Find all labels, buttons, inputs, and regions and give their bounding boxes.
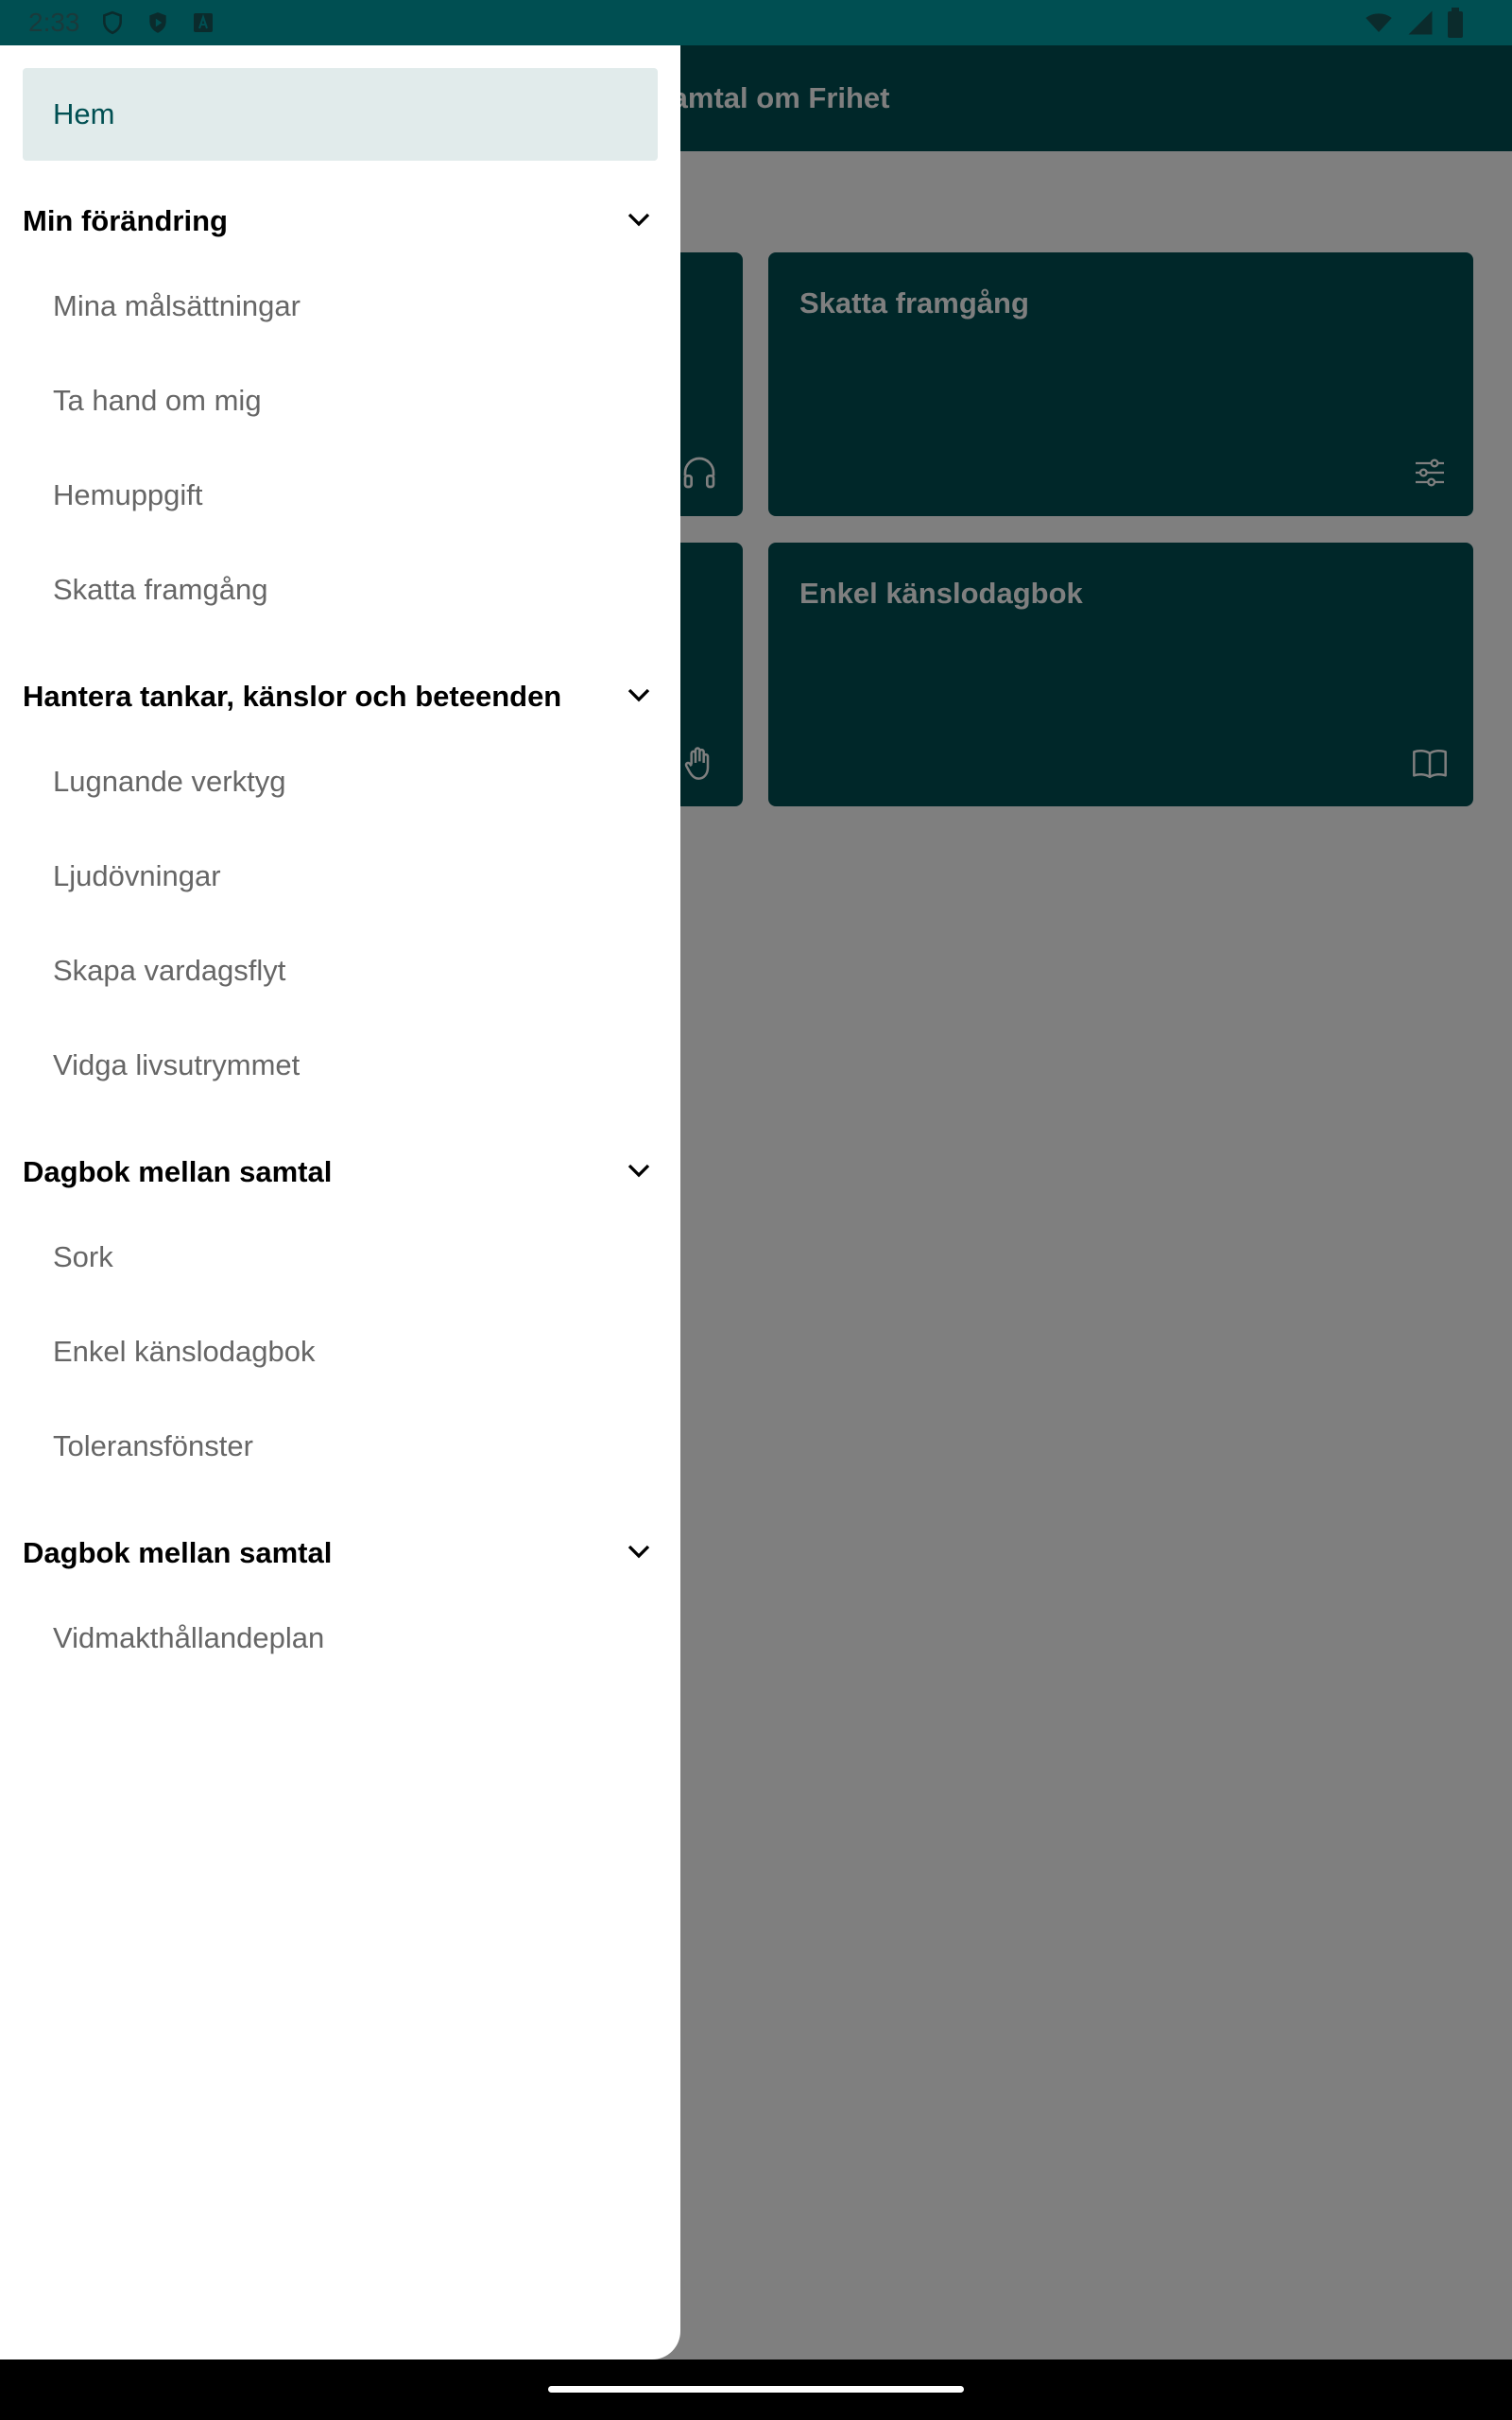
shield-icon bbox=[97, 8, 128, 38]
section-title: Min förändring bbox=[23, 204, 228, 237]
drawer-item-label: Mina målsättningar bbox=[53, 289, 301, 322]
drawer-item-hemuppgift[interactable]: Hemuppgift bbox=[23, 458, 658, 533]
section-header-dagbok-mellan-samtal-2[interactable]: Dagbok mellan samtal bbox=[23, 1525, 658, 1582]
drawer-item-label: Ta hand om mig bbox=[53, 384, 262, 417]
drawer-item-label: Vidga livsutrymmet bbox=[53, 1048, 301, 1081]
section-header-min-forandring[interactable]: Min förändring bbox=[23, 193, 658, 250]
drawer-item-enkel-kanslodagbok[interactable]: Enkel känslodagbok bbox=[23, 1314, 658, 1390]
drawer-item-label: Enkel känslodagbok bbox=[53, 1335, 316, 1368]
chevron-down-icon[interactable] bbox=[620, 1151, 658, 1189]
drawer-item-skatta-framgang[interactable]: Skatta framgång bbox=[23, 552, 658, 628]
home-gesture-handle[interactable] bbox=[548, 2386, 964, 2393]
drawer-item-label: Toleransfönster bbox=[53, 1429, 253, 1462]
battery-icon bbox=[1446, 8, 1465, 43]
chevron-down-icon[interactable] bbox=[620, 1532, 658, 1570]
status-time: 2:33 bbox=[28, 8, 80, 37]
section-title: Dagbok mellan samtal bbox=[23, 1536, 333, 1569]
section-title: Hantera tankar, känslor och beteenden bbox=[23, 680, 562, 713]
drawer-item-ljudovningar[interactable]: Ljudövningar bbox=[23, 838, 658, 914]
drawer-item-skapa-vardagsflyt[interactable]: Skapa vardagsflyt bbox=[23, 933, 658, 1009]
section-header-hantera-tankar[interactable]: Hantera tankar, känslor och beteenden bbox=[23, 668, 658, 725]
drawer-item-label: Skapa vardagsflyt bbox=[53, 954, 286, 987]
signal-icon bbox=[1406, 9, 1435, 42]
drawer-item-lugnande-verktyg[interactable]: Lugnande verktyg bbox=[23, 744, 658, 820]
drawer-item-label: Hem bbox=[53, 97, 115, 130]
chevron-down-icon[interactable] bbox=[620, 676, 658, 714]
section-title: Dagbok mellan samtal bbox=[23, 1155, 333, 1188]
play-protect-icon bbox=[143, 8, 173, 38]
navigation-drawer: Hem Min förändring Mina målsättningar Ta… bbox=[0, 45, 680, 2360]
wifi-icon bbox=[1363, 9, 1395, 42]
section-header-dagbok-mellan-samtal[interactable]: Dagbok mellan samtal bbox=[23, 1144, 658, 1201]
drawer-item-hem[interactable]: Hem bbox=[23, 68, 658, 161]
chevron-down-icon[interactable] bbox=[620, 200, 658, 238]
a-icon bbox=[188, 8, 218, 38]
drawer-item-ta-hand-om-mig[interactable]: Ta hand om mig bbox=[23, 363, 658, 439]
status-bar: 2:33 bbox=[0, 0, 1512, 45]
drawer-item-sork[interactable]: Sork bbox=[23, 1219, 658, 1295]
drawer-item-label: Sork bbox=[53, 1240, 113, 1273]
drawer-item-label: Hemuppgift bbox=[53, 478, 203, 511]
drawer-item-vidga-livsutrymmet[interactable]: Vidga livsutrymmet bbox=[23, 1028, 658, 1103]
drawer-item-label: Vidmakthållandeplan bbox=[53, 1621, 325, 1654]
drawer-item-vidmakthallandeplan[interactable]: Vidmakthållandeplan bbox=[23, 1600, 658, 1676]
drawer-item-label: Ljudövningar bbox=[53, 859, 221, 892]
drawer-item-toleransfonster[interactable]: Toleransfönster bbox=[23, 1409, 658, 1484]
drawer-item-label: Lugnande verktyg bbox=[53, 765, 286, 798]
drawer-item-mina-malsattningar[interactable]: Mina målsättningar bbox=[23, 268, 658, 344]
drawer-item-label: Skatta framgång bbox=[53, 573, 268, 606]
